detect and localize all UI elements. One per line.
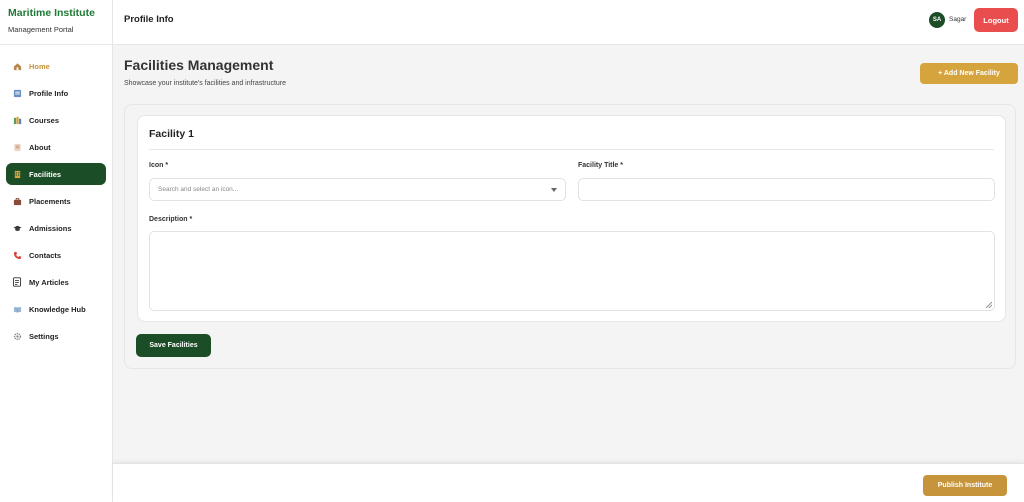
sidebar: Maritime Institute Management Portal Hom… [0,0,113,502]
sidebar-item-facilities[interactable]: Facilities [6,163,106,185]
brand: Maritime Institute Management Portal [0,0,112,45]
page-subtitle: Showcase your institute's facilities and… [124,80,287,87]
logout-button[interactable]: Logout [974,8,1018,32]
sidebar-item-placements[interactable]: Placements [6,190,106,212]
icon-label: Icon * [149,162,169,169]
phone-icon [12,250,22,260]
add-new-facility-button[interactable]: + Add New Facility [920,63,1018,84]
sidebar-item-profile-info[interactable]: Profile Info [6,82,106,104]
icon-select-placeholder: Search and select an icon... [158,186,239,193]
brand-subtitle: Management Portal [8,25,74,34]
gear-icon [12,331,22,341]
sidebar-item-admissions[interactable]: Admissions [6,217,106,239]
description-textarea[interactable] [149,231,995,311]
page-title: Facilities Management [124,57,274,73]
facility-title-label: Facility Title * [578,162,623,169]
sidebar-nav: Home Profile Info Courses About Faciliti… [0,45,112,347]
sidebar-item-label: Contacts [29,250,62,260]
about-icon [12,142,22,152]
profile-icon [12,88,22,98]
facility-heading: Facility 1 [149,128,194,140]
divider [149,149,994,150]
sidebar-item-my-articles[interactable]: My Articles [6,271,106,293]
book-icon [12,304,22,314]
sidebar-item-label: Placements [29,196,71,206]
resize-handle-icon[interactable] [986,302,992,308]
avatar[interactable]: SA [929,12,945,28]
sidebar-item-label: Facilities [29,169,62,179]
sidebar-item-label: Settings [29,331,59,341]
sidebar-item-label: About [29,142,51,152]
graduation-cap-icon [12,223,22,233]
user-name: Sagar [949,16,967,23]
description-label: Description * [149,216,193,223]
facility-card: Facility 1 Icon * Search and select an i… [137,115,1006,322]
page-header-title: Profile Info [124,14,174,25]
chevron-down-icon [551,188,557,192]
sidebar-item-label: My Articles [29,277,69,287]
save-facilities-button[interactable]: Save Facilities [136,334,211,357]
top-bar: Profile Info SA Sagar Logout [113,0,1024,45]
facility-title-input[interactable] [578,178,995,201]
sidebar-item-label: Home [29,61,50,71]
sidebar-item-courses[interactable]: Courses [6,109,106,131]
sidebar-item-label: Courses [29,115,60,125]
sidebar-item-contacts[interactable]: Contacts [6,244,106,266]
sidebar-item-about[interactable]: About [6,136,106,158]
footer-bar: Publish Institute [113,463,1024,502]
sidebar-item-label: Admissions [29,223,72,233]
document-icon [12,277,22,287]
courses-icon [12,115,22,125]
sidebar-item-knowledge-hub[interactable]: Knowledge Hub [6,298,106,320]
brand-title: Maritime Institute [8,7,95,19]
sidebar-item-settings[interactable]: Settings [6,325,106,347]
sidebar-item-label: Profile Info [29,88,69,98]
briefcase-icon [12,196,22,206]
home-icon [12,61,22,71]
publish-institute-button[interactable]: Publish Institute [923,475,1007,496]
sidebar-item-label: Knowledge Hub [29,304,86,314]
icon-select[interactable]: Search and select an icon... [149,178,566,201]
facilities-icon [12,169,22,179]
sidebar-item-home[interactable]: Home [6,55,106,77]
